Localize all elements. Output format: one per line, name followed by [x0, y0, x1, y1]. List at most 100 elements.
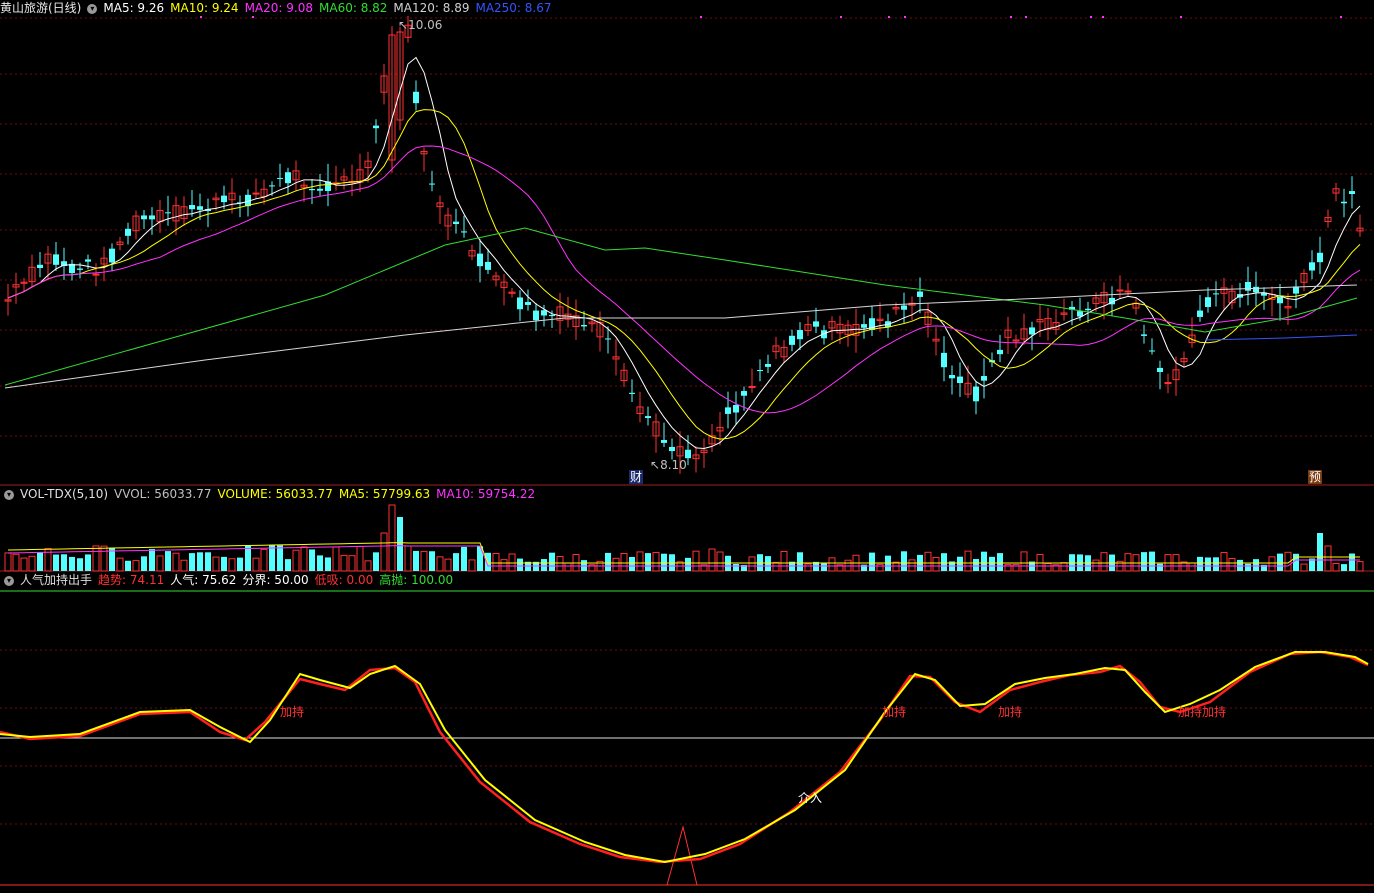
- volume-bar: [37, 552, 43, 571]
- candle-body: [685, 449, 691, 459]
- candle-body: [517, 297, 523, 310]
- candle-body: [1124, 290, 1132, 293]
- chevron-down-icon[interactable]: ▾: [4, 489, 14, 500]
- volume-bar: [69, 556, 75, 571]
- volume-bar: [444, 558, 452, 572]
- arrow-icon: ↖: [650, 458, 661, 472]
- volume-bar: [941, 553, 947, 571]
- legend-item: 人气: 75.62: [170, 573, 237, 587]
- volume-bar: [629, 556, 635, 571]
- candle-body: [269, 185, 275, 187]
- stock-title: 黄山旅游(日线): [0, 1, 82, 15]
- ma-line: [7, 109, 1361, 440]
- marker-dot: [1102, 16, 1104, 18]
- high-price-label: ↖10.06: [398, 18, 443, 32]
- marker-dot: [1025, 16, 1027, 18]
- candle-body: [85, 259, 91, 262]
- candle-body: [549, 314, 555, 317]
- candle-body: [453, 221, 459, 225]
- legend-item: 高抛: 100.00: [379, 573, 454, 587]
- signal-label: 介入: [798, 791, 823, 805]
- legend-item: MA10: 9.24: [170, 1, 239, 15]
- candle-body: [733, 404, 739, 413]
- marker-dot: [1010, 16, 1012, 18]
- candle-body: [1116, 289, 1124, 292]
- volume-bar: [404, 545, 412, 572]
- volume-bar: [733, 563, 739, 571]
- candle-body: [277, 177, 283, 179]
- chevron-down-icon[interactable]: ▾: [4, 575, 14, 586]
- candle-body: [605, 338, 611, 340]
- candle-body: [661, 439, 667, 443]
- candle-body: [1149, 350, 1155, 352]
- volume-bar: [620, 553, 628, 572]
- legend-item: VOLUME: 56033.77: [217, 487, 333, 501]
- candle-body: [757, 369, 763, 372]
- volume-bar: [1044, 563, 1052, 572]
- candle-body: [1029, 327, 1035, 335]
- volume-bar: [1220, 552, 1228, 572]
- event-badge-yu[interactable]: 预: [1308, 470, 1322, 484]
- volume-bar: [508, 553, 516, 572]
- volume-bar: [876, 563, 884, 572]
- legend-item: MA120: 8.89: [393, 1, 470, 15]
- candle-body: [1309, 262, 1315, 271]
- volume-bar: [1149, 551, 1155, 571]
- legend-item: 低吸: 0.00: [314, 573, 374, 587]
- candle-body: [973, 386, 979, 402]
- volume-bar: [1317, 533, 1323, 571]
- volume-bar: [964, 550, 972, 572]
- volume-bar: [212, 556, 220, 572]
- candle-body: [1141, 334, 1147, 336]
- volume-bar: [237, 557, 243, 571]
- candle-body: [741, 391, 747, 396]
- volume-bar: [429, 551, 435, 571]
- volume-bar: [1188, 562, 1196, 572]
- price-panel[interactable]: 黄山旅游(日线) ▾ MA5: 9.26 MA10: 9.24 MA20: 9.08 MA…: [0, 0, 1374, 486]
- legend-item: MA250: 8.67: [475, 1, 552, 15]
- volume-bar: [149, 548, 155, 571]
- volume-title: VOL-TDX(5,10): [20, 487, 109, 501]
- volume-bar: [780, 551, 788, 572]
- ma-line: [7, 145, 1361, 414]
- volume-bar: [869, 552, 875, 571]
- candle-body: [917, 291, 923, 297]
- volume-bar: [260, 548, 268, 572]
- candle-body: [645, 416, 651, 419]
- volume-bar: [1293, 553, 1299, 571]
- event-badge-cai[interactable]: 财: [629, 470, 643, 484]
- volume-bar: [317, 555, 323, 571]
- volume-bar: [708, 548, 716, 572]
- indicator-chart[interactable]: [0, 572, 1374, 893]
- candle-body: [1205, 297, 1211, 307]
- candle-body: [725, 407, 731, 414]
- volume-bar: [205, 552, 211, 571]
- volume-bar: [436, 556, 444, 572]
- volume-bar: [932, 556, 940, 572]
- volume-bar: [1213, 557, 1219, 571]
- candle-body: [165, 212, 171, 214]
- volume-bar: [165, 551, 171, 571]
- candle-body: [413, 91, 419, 104]
- marker-dot: [200, 16, 202, 18]
- price-chart[interactable]: [0, 0, 1374, 486]
- volume-bar: [373, 552, 379, 571]
- volume-bar: [1324, 545, 1332, 572]
- volume-bar: [517, 558, 523, 571]
- volume-bar: [172, 552, 180, 572]
- volume-bar: [420, 550, 428, 572]
- volume-bar: [12, 553, 20, 572]
- indicator-panel[interactable]: ▾ 人气加持出手 趋势: 74.11 人气: 75.62 分界: 50.00 低吸: 0.…: [0, 572, 1374, 893]
- volume-bar: [1197, 556, 1203, 571]
- candle-body: [1317, 252, 1323, 263]
- volume-bar: [797, 552, 803, 571]
- volume-panel[interactable]: ▾ VOL-TDX(5,10) VVOL: 56033.77 VOLUME: 5603…: [0, 486, 1374, 572]
- volume-bar: [197, 552, 203, 571]
- candle-body: [765, 363, 771, 367]
- marker-dot: [1090, 16, 1092, 18]
- candle-body: [373, 125, 379, 129]
- legend-item: MA20: 9.08: [244, 1, 313, 15]
- chevron-down-icon[interactable]: ▾: [87, 3, 98, 14]
- volume-bar: [957, 556, 963, 571]
- volume-bar: [85, 554, 91, 571]
